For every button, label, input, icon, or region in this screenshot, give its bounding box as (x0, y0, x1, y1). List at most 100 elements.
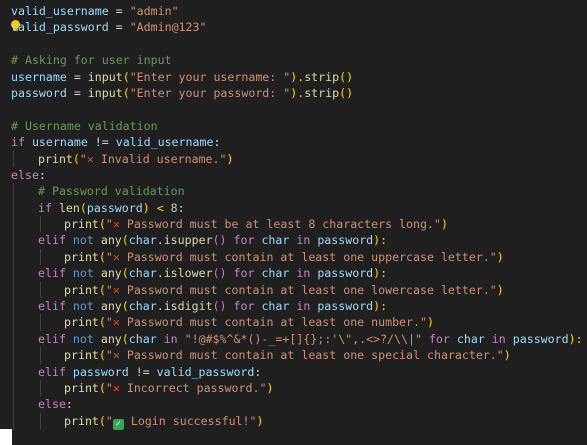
token: ( (121, 233, 129, 248)
code-line[interactable]: # Password validation (0, 183, 587, 200)
token: print (64, 217, 99, 232)
token: ) (226, 151, 234, 166)
code-line[interactable]: valid_username = "admin" (0, 3, 587, 19)
token: print (64, 282, 99, 297)
code-editor[interactable]: valid_username = "admin" valid_password … (0, 0, 587, 445)
code-line[interactable] (0, 101, 587, 117)
token: ). (290, 69, 305, 84)
token: ) (256, 413, 264, 428)
token: in (491, 331, 506, 346)
indent-guide (13, 379, 14, 397)
token: elif (38, 299, 66, 314)
code-line[interactable]: elif not any(char.isupper() for char in … (0, 232, 587, 249)
token: ( (98, 348, 106, 363)
code-line[interactable]: username = input("Enter your username: "… (0, 69, 587, 85)
indent-guide (13, 216, 14, 233)
token: if (11, 135, 25, 150)
token: password (11, 85, 67, 100)
token: ) (440, 217, 448, 232)
code-line[interactable]: print(" ✓ Login successful!") (0, 412, 587, 430)
token: Password must contain at least one speci… (119, 348, 504, 363)
code-line[interactable]: print("✕ Password must contain at least … (0, 248, 587, 266)
cross-mark-icon: ✕ (112, 282, 120, 297)
token: ) < (142, 200, 171, 215)
token: password (317, 266, 374, 281)
code-line[interactable]: elif not any(char.islower() for char in … (0, 265, 587, 282)
token: ( (121, 266, 129, 281)
token: islower (163, 266, 213, 281)
code-line[interactable]: password = input("Enter your password: "… (0, 85, 587, 101)
code-line[interactable]: if username != valid_username: (0, 134, 587, 150)
code-line[interactable]: elif not any(char.isdigit() for char in … (0, 298, 587, 315)
token: if (38, 200, 52, 215)
code-line[interactable]: valid_password = "Admin@123" (0, 19, 587, 35)
token: : (38, 167, 46, 182)
code-line[interactable]: print("✕ Password must be at least 8 cha… (0, 216, 587, 233)
token: () (212, 266, 234, 281)
token: ( (98, 217, 106, 232)
indent-guide (13, 298, 14, 315)
cross-mark-icon: ✕ (112, 315, 120, 330)
comment: # Asking for user input (11, 53, 172, 68)
token: ( (122, 85, 130, 100)
code-line[interactable]: elif password != valid_password: (0, 363, 587, 380)
token: ). (290, 85, 305, 100)
code-line[interactable]: elif not any(char in "!@#$%^&*()-_=+[]{}… (0, 330, 587, 348)
indent-guide (13, 183, 14, 200)
code-line[interactable]: # Asking for user input (0, 52, 587, 68)
token: any (100, 299, 122, 314)
code-line[interactable]: print("✕ Incorrect password.") (0, 379, 587, 397)
token: Login successful!" (123, 413, 257, 428)
token: ): (373, 266, 388, 281)
code-line[interactable]: print("✕ Password must contain at least … (0, 347, 587, 364)
token: : (254, 364, 262, 379)
token: print (64, 315, 99, 330)
token: ( (122, 69, 130, 84)
token: " (105, 282, 113, 297)
token: username (11, 69, 67, 84)
token: ( (98, 315, 106, 330)
code-area[interactable]: valid_username = "admin" valid_password … (0, 3, 587, 430)
token: password (86, 200, 143, 215)
token: not (72, 331, 94, 346)
token: ( (121, 299, 129, 314)
token: " (105, 217, 113, 232)
token: " (79, 151, 87, 166)
token: () (212, 233, 234, 248)
token: ): (373, 233, 388, 248)
token: 8 (170, 200, 178, 215)
code-line[interactable]: print("✕ Password must contain at least … (0, 281, 587, 299)
token: else (11, 167, 39, 182)
token: any (100, 266, 122, 281)
code-line[interactable]: print("✕ Invalid username.") (0, 150, 587, 167)
token: char (128, 331, 157, 346)
token: != (87, 135, 116, 150)
code-line[interactable]: if len(password) < 8: (0, 199, 587, 217)
token: char (128, 266, 157, 281)
token: : (213, 135, 221, 150)
token: in (296, 233, 311, 248)
token: for (428, 331, 450, 346)
token: Password must contain at least one numbe… (119, 315, 427, 330)
token: valid_password (156, 364, 255, 379)
window-edge (0, 429, 12, 445)
code-line[interactable]: # Username validation (0, 118, 587, 134)
token: strip (304, 85, 340, 100)
code-line[interactable]: else: (0, 396, 587, 413)
token: isdigit (163, 299, 213, 314)
code-line[interactable]: print("✕ Password must contain at least … (0, 314, 587, 331)
token: " (105, 380, 113, 395)
code-line[interactable] (0, 36, 587, 52)
check-mark-icon: ✓ (112, 418, 124, 430)
token: elif (38, 364, 66, 379)
indent-guide (13, 199, 14, 217)
code-line[interactable]: else: (0, 167, 587, 183)
